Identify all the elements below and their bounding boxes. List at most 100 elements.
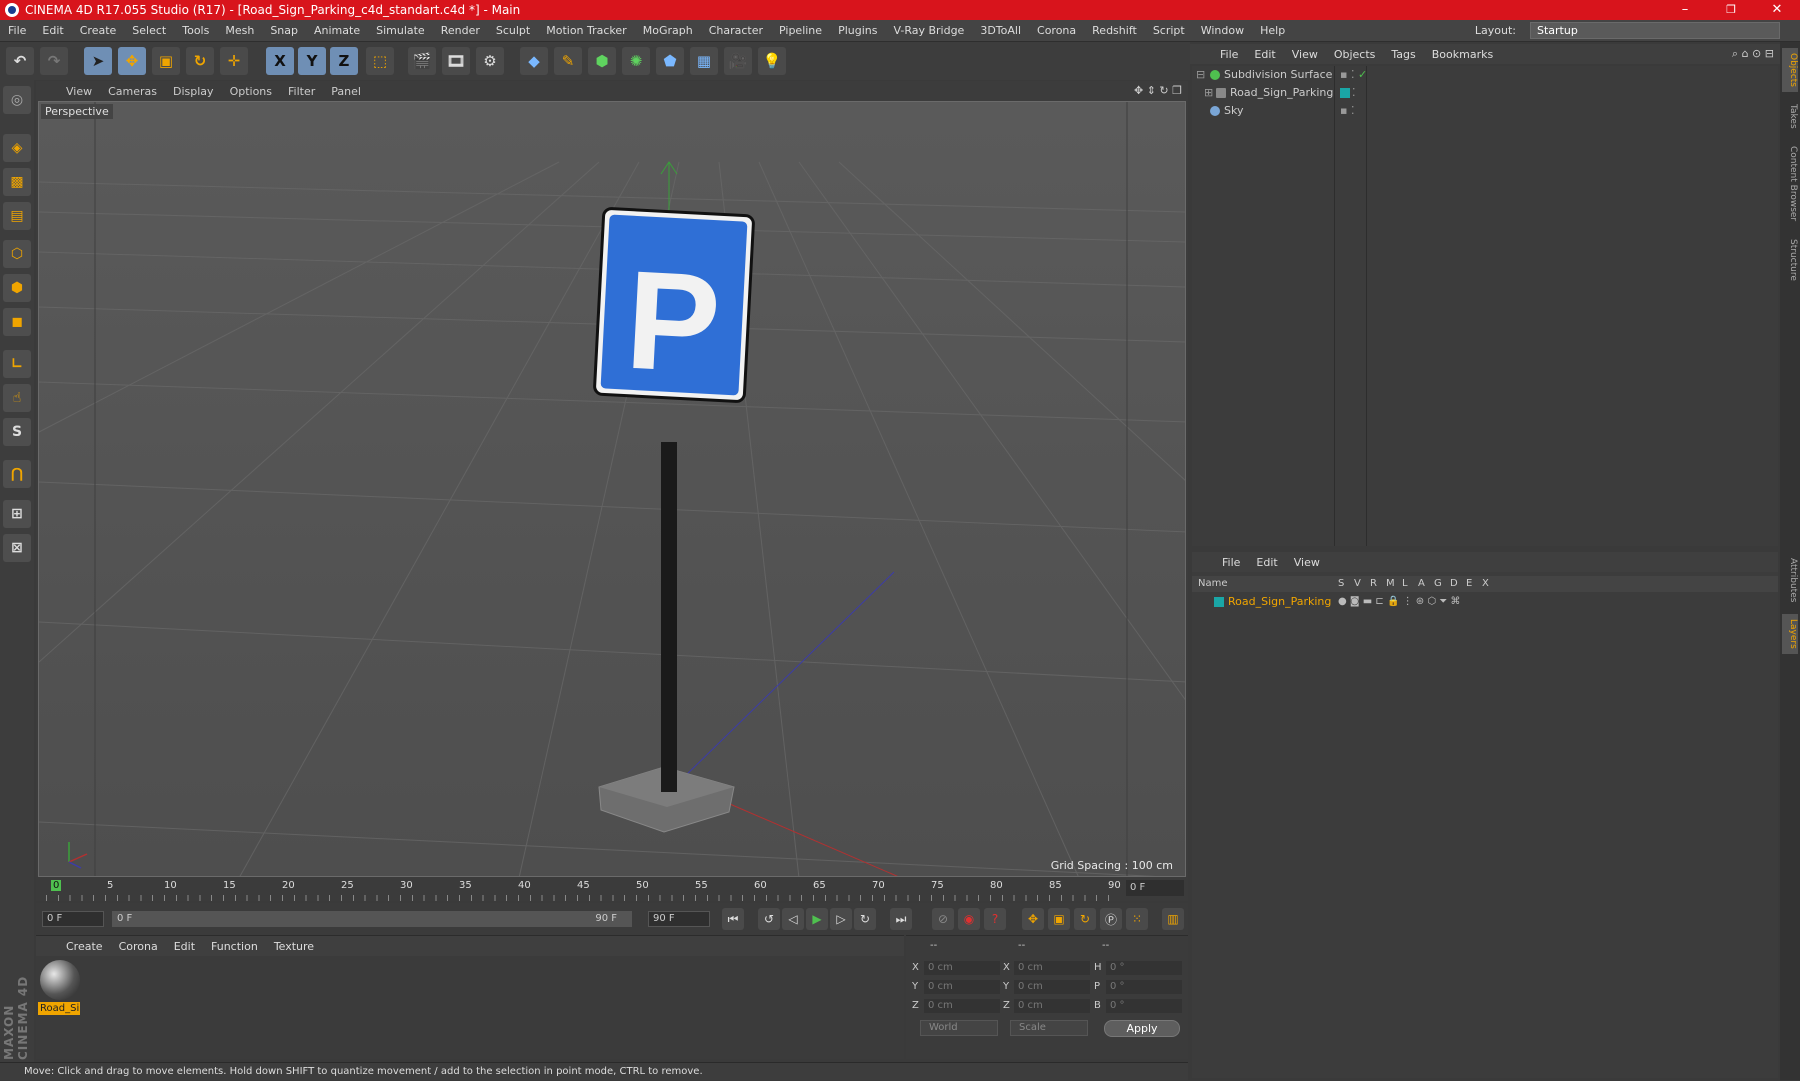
collapse-icon[interactable]: ⊟ [1196,66,1205,84]
move-tool-icon[interactable]: ✥ [118,47,146,75]
coordinate-system-icon[interactable]: ⬚ [366,47,394,75]
render-picture-viewer-icon[interactable]: 🎞 [442,47,470,75]
menu-mesh[interactable]: Mesh [217,24,262,37]
previous-frame-icon[interactable]: ◁ [782,908,804,930]
layers-menu-file[interactable]: File [1214,556,1248,569]
go-to-end-icon[interactable]: ⏭ [890,908,912,930]
menu-motion-tracker[interactable]: Motion Tracker [538,24,634,37]
size-mode-select[interactable]: Scale [1010,1020,1088,1036]
menu-file[interactable]: File [0,24,34,37]
enabled-check-icon[interactable]: ✓ [1358,66,1367,84]
camera-icon[interactable]: 🎥 [724,47,752,75]
object-row-road-sign-parking[interactable]: ⊞ Road_Sign_Parking ⁚ [1192,84,1778,102]
menu-vray-bridge[interactable]: V-Ray Bridge [885,24,972,37]
model-mode-icon[interactable]: ◈ [3,134,31,162]
key-parameter-icon[interactable]: Ⓟ [1100,908,1122,930]
menu-tools[interactable]: Tools [174,24,217,37]
material-menu-create[interactable]: Create [58,940,111,953]
render-settings-icon[interactable]: ⚙ [476,47,504,75]
objects-menu-view[interactable]: View [1284,48,1326,61]
rot-b-field[interactable]: 0 ° [1106,999,1182,1013]
auto-keying-icon[interactable]: ◉ [958,908,980,930]
select-arrow-icon[interactable]: ➤ [84,47,112,75]
close-button[interactable]: ✕ [1754,0,1800,20]
viewport-menu-options[interactable]: Options [222,85,280,98]
minimize-button[interactable]: – [1662,0,1708,20]
x-axis-button[interactable]: X [266,47,294,75]
perspective-viewport[interactable]: P Perspective Grid Spacing : 100 cm [38,101,1186,877]
menu-select[interactable]: Select [124,24,174,37]
previous-key-icon[interactable]: ↺ [758,908,780,930]
menu-simulate[interactable]: Simulate [368,24,433,37]
material-preview-icon[interactable] [40,960,80,1000]
rotate-tool-icon[interactable]: ↻ [186,47,214,75]
object-row-sky[interactable]: Sky ▪ ⁚ [1192,102,1778,120]
light-icon[interactable]: 💡 [758,47,786,75]
layers-menu-edit[interactable]: Edit [1248,556,1285,569]
scale-tool-icon[interactable]: ▣ [152,47,180,75]
timeline-frame-field[interactable]: 0 F [1126,880,1184,896]
visibility-dots-icon[interactable]: ▪ ⁚ [1340,66,1354,84]
tab-objects[interactable]: Objects [1782,48,1798,92]
menu-animate[interactable]: Animate [306,24,368,37]
menu-character[interactable]: Character [701,24,771,37]
z-axis-button[interactable]: Z [330,47,358,75]
layout-select[interactable]: Startup [1530,22,1780,39]
workplane-mode-icon[interactable]: ▤ [3,202,31,230]
material-name-label[interactable]: Road_Si [38,1002,80,1015]
solo-mode-icon[interactable]: S [3,418,31,446]
pos-y-field[interactable]: 0 cm [924,980,1000,994]
lock-workplane-icon[interactable]: ⊞ [3,500,31,528]
undo-icon[interactable]: ↶ [6,47,34,75]
pen-spline-icon[interactable]: ✎ [554,47,582,75]
texture-mode-icon[interactable]: ▩ [3,168,31,196]
edges-mode-icon[interactable]: ⬢ [3,274,31,302]
menu-3dtoall[interactable]: 3DToAll [972,24,1029,37]
material-menu-texture[interactable]: Texture [266,940,322,953]
size-y-field[interactable]: 0 cm [1014,980,1090,994]
size-z-field[interactable]: 0 cm [1014,999,1090,1013]
timeline-window-icon[interactable]: ▥ [1162,908,1184,930]
coord-mode-select[interactable]: World [920,1020,998,1036]
cloner-icon[interactable]: ✺ [622,47,650,75]
objects-menu-edit[interactable]: Edit [1246,48,1283,61]
objects-menu-file[interactable]: File [1212,48,1246,61]
layer-row-road-sign-parking[interactable]: Road_Sign_Parking ● ◙ ▬ ⊏ 🔒 ⋮ ⊛ ⬡ ⏷ ⌘ [1192,594,1778,610]
frame-range-slider[interactable]: 0 F 90 F [112,911,632,927]
tab-takes[interactable]: Takes [1782,98,1798,134]
key-pla-icon[interactable]: ⁙ [1126,908,1148,930]
menu-render[interactable]: Render [433,24,488,37]
points-mode-icon[interactable]: ⬡ [3,240,31,268]
viewport-nav-icons[interactable]: ✥ ⇕ ↻ ❐ [1134,84,1182,97]
live-select-icon[interactable]: ✛ [220,47,248,75]
timeline-ruler[interactable]: 0 5 10 15 20 25 30 35 40 45 50 55 60 65 … [36,877,1188,901]
visibility-dots-icon[interactable]: ▪ ⁚ [1340,102,1354,120]
floor-icon[interactable]: ▦ [690,47,718,75]
y-axis-button[interactable]: Y [298,47,326,75]
go-to-start-icon[interactable]: ⏮ [722,908,744,930]
material-menu-corona[interactable]: Corona [111,940,166,953]
deformer-icon[interactable]: ⬟ [656,47,684,75]
viewport-menu-view[interactable]: View [58,85,100,98]
material-menu-edit[interactable]: Edit [166,940,203,953]
viewport-menu-filter[interactable]: Filter [280,85,323,98]
magnet-snap-icon[interactable]: ⋂ [3,460,31,488]
viewport-menu-cameras[interactable]: Cameras [100,85,165,98]
axis-mode-icon[interactable]: ∟ [3,350,31,378]
menu-edit[interactable]: Edit [34,24,71,37]
menu-sculpt[interactable]: Sculpt [488,24,538,37]
key-scale-icon[interactable]: ▣ [1048,908,1070,930]
viewport-camera-label[interactable]: Perspective [41,104,113,119]
pos-z-field[interactable]: 0 cm [924,999,1000,1013]
make-editable-icon[interactable]: ◎ [3,86,31,114]
record-keys-icon[interactable]: ⊘ [932,908,954,930]
tab-layers[interactable]: Layers [1782,614,1798,654]
menu-snap[interactable]: Snap [262,24,306,37]
tweak-mode-icon[interactable]: ☝ [3,384,31,412]
objects-menu-bookmarks[interactable]: Bookmarks [1424,48,1501,61]
tab-content-browser[interactable]: Content Browser [1782,138,1798,230]
layer-flag-icons[interactable]: ● ◙ ▬ ⊏ 🔒 ⋮ ⊛ ⬡ ⏷ ⌘ [1338,594,1460,610]
end-frame-field[interactable]: 90 F [648,911,710,927]
menu-plugins[interactable]: Plugins [830,24,885,37]
menu-pipeline[interactable]: Pipeline [771,24,830,37]
